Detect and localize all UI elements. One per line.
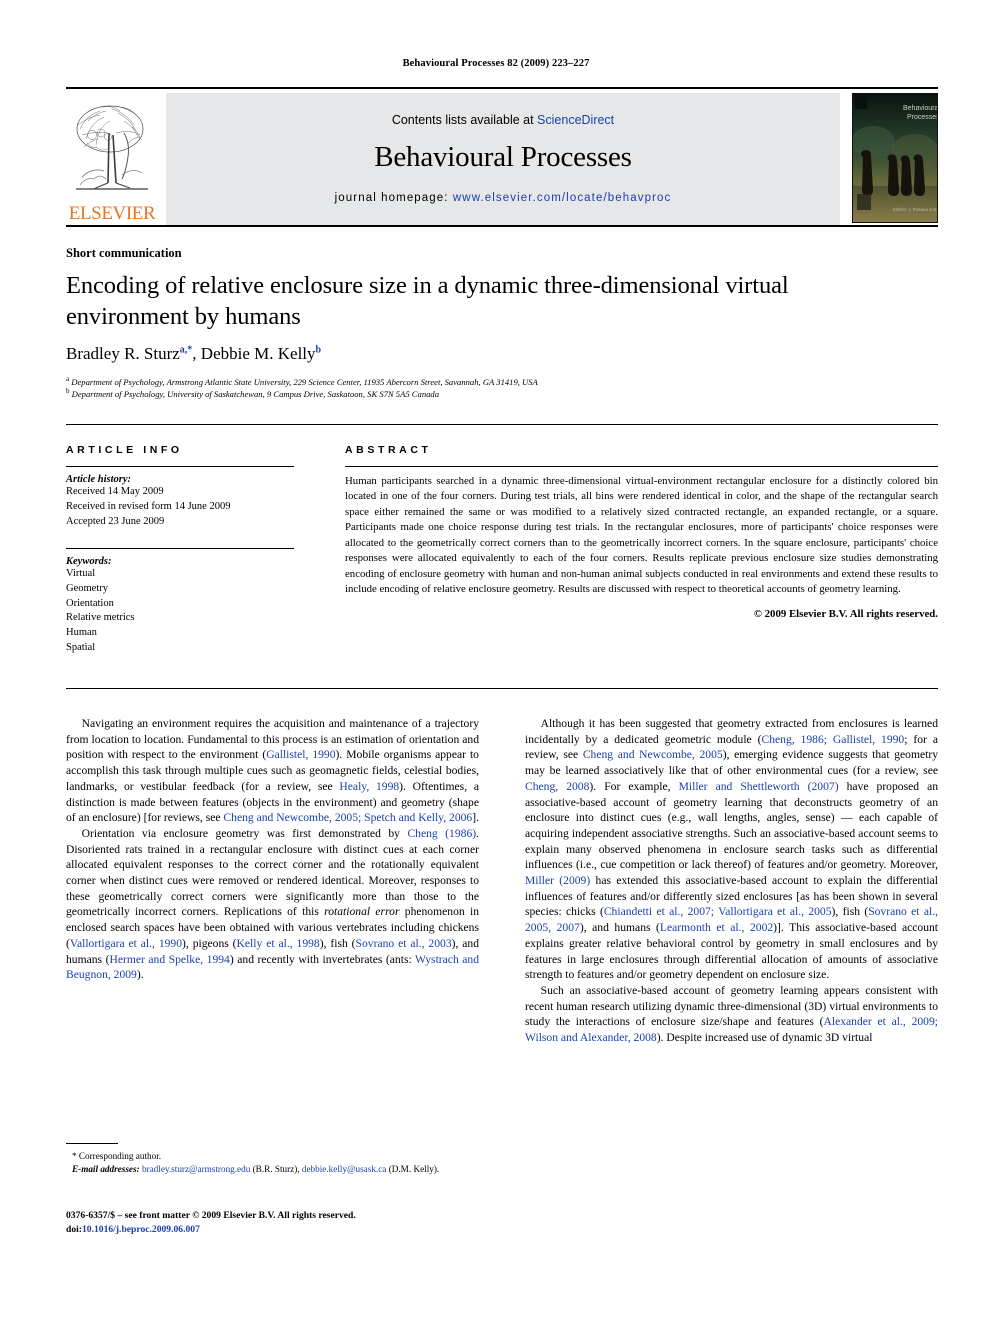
abstract-block: ABSTRACT Human participants searched in … xyxy=(345,444,938,620)
body-paragraph: Navigating an environment requires the a… xyxy=(66,717,479,825)
keyword-item: Spatial xyxy=(66,642,96,654)
body-paragraph: Although it has been suggested that geom… xyxy=(525,717,939,982)
affiliation-b-text: Department of Psychology, University of … xyxy=(71,388,440,399)
svg-text:Behavioural: Behavioural xyxy=(903,105,937,112)
article-history-label: Article history: xyxy=(66,474,132,485)
history-item: Received in revised form 14 June 2009 xyxy=(66,500,231,512)
elsevier-wordmark: ELSEVIER xyxy=(68,203,156,224)
article-info-block: ARTICLE INFO Article history: Received 1… xyxy=(66,444,294,656)
journal-homepage-link[interactable]: www.elsevier.com/locate/behavproc xyxy=(453,192,671,204)
body-top-rule xyxy=(66,688,938,689)
running-head: Behavioural Processes 82 (2009) 223–227 xyxy=(402,58,590,69)
article-info-heading: ARTICLE INFO xyxy=(66,444,183,456)
svg-text:Editors: J. Rosales & M. Kelly: Editors: J. Rosales & M. Kelly xyxy=(893,207,937,212)
email-owner-sturz: (B.R. Sturz), xyxy=(252,1164,300,1175)
keyword-item: Geometry xyxy=(66,582,108,594)
elsevier-tree-icon xyxy=(76,105,148,190)
keyword-item: Virtual xyxy=(66,567,96,579)
contents-line: Contents lists available at ScienceDirec… xyxy=(392,113,614,127)
article-info-rule xyxy=(66,466,294,467)
body-paragraph: Orientation via enclosure geometry was f… xyxy=(66,826,480,982)
keyword-item: Orientation xyxy=(66,597,114,609)
journal-cover-thumbnail: Behavioural Processes Editors: J. Rosale… xyxy=(852,93,938,223)
elsevier-logo: ELSEVIER xyxy=(66,93,158,225)
abstract-rule xyxy=(345,466,938,467)
abstract-copyright: © 2009 Elsevier B.V. All rights reserved… xyxy=(753,607,938,620)
body-column-right: Although it has been suggested that geom… xyxy=(525,716,938,1046)
journal-homepage-line: journal homepage: www.elsevier.com/locat… xyxy=(335,192,672,204)
contents-prefix: Contents lists available at xyxy=(391,112,538,127)
body-paragraph: Such an associative-based account of geo… xyxy=(525,983,938,1045)
homepage-label: journal homepage: xyxy=(334,191,449,204)
journal-masthead: ELSEVIER Contents lists available at Sci… xyxy=(66,87,938,225)
history-item: Accepted 23 June 2009 xyxy=(66,515,165,527)
keyword-item: Relative metrics xyxy=(66,612,135,624)
issn-front-matter: 0376-6357/$ – see front matter © 2009 El… xyxy=(66,1210,356,1221)
footnote-block: * Corresponding author. E-mail addresses… xyxy=(66,1150,479,1177)
email-link-kelly[interactable]: debbie.kelly@usask.ca xyxy=(302,1164,387,1174)
body-column-left: Navigating an environment requires the a… xyxy=(66,716,479,983)
journal-title: Behavioural Processes xyxy=(374,140,632,173)
journal-article-page: Behavioural Processes 82 (2009) 223–227 xyxy=(0,0,992,1323)
meerkat-cover-image: Behavioural Processes Editors: J. Rosale… xyxy=(853,94,937,222)
footnote-rule xyxy=(66,1143,118,1144)
corresponding-author-note: * Corresponding author. xyxy=(72,1151,162,1161)
email-link-sturz[interactable]: bradley.sturz@armstrong.edu xyxy=(142,1164,250,1174)
doi-line: doi:10.1016/j.beproc.2009.06.007 xyxy=(66,1223,496,1237)
email-addresses-label: E-mail addresses: xyxy=(72,1164,140,1175)
keywords-list: Virtual Geometry Orientation Relative me… xyxy=(66,567,294,656)
imprint-block: 0376-6357/$ – see front matter © 2009 El… xyxy=(66,1209,496,1237)
info-block-top-rule xyxy=(66,424,938,425)
article-history-list: Received 14 May 2009 Received in revised… xyxy=(66,485,294,530)
doi-label: doi: xyxy=(66,1224,82,1236)
sciencedirect-link[interactable]: ScienceDirect xyxy=(537,113,614,127)
journal-band: Contents lists available at ScienceDirec… xyxy=(166,93,840,225)
email-owner-kelly: (D.M. Kelly). xyxy=(388,1164,440,1175)
article-type-label: Short communication xyxy=(66,246,182,260)
affiliation-b: b Department of Psychology, University o… xyxy=(66,387,440,399)
keywords-rule xyxy=(66,547,294,549)
email-addresses-note: E-mail addresses: bradley.sturz@armstron… xyxy=(66,1163,479,1176)
masthead-bottom-rule xyxy=(66,225,938,227)
doi-link[interactable]: 10.1016/j.beproc.2009.06.007 xyxy=(82,1224,200,1235)
keyword-item: Human xyxy=(66,627,97,639)
svg-text:Processes: Processes xyxy=(907,114,937,121)
abstract-text: Human participants searched in a dynamic… xyxy=(345,475,938,596)
author-list: Bradley R. Sturza,*, Debbie M. Kellyb xyxy=(66,344,322,363)
keywords-label: Keywords: xyxy=(66,555,112,567)
article-title: Encoding of relative enclosure size in a… xyxy=(66,272,789,331)
history-item: Received 14 May 2009 xyxy=(66,486,164,497)
abstract-heading: ABSTRACT xyxy=(345,444,432,456)
